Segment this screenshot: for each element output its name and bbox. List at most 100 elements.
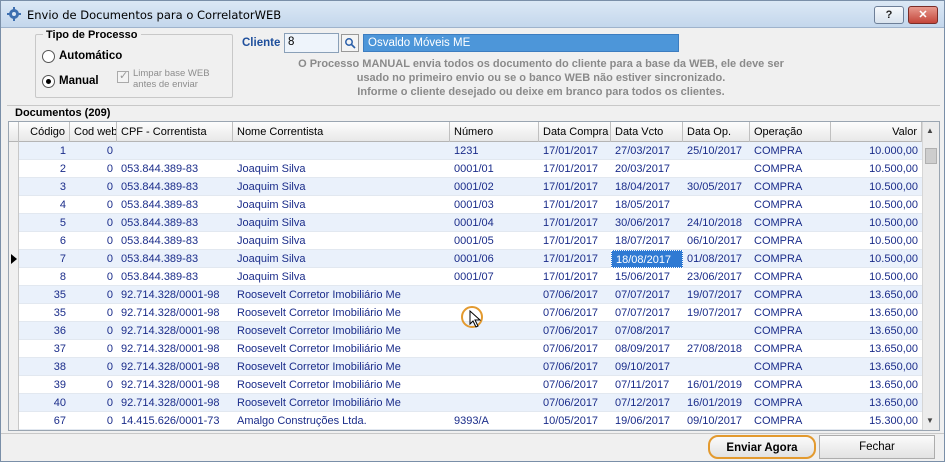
cell-cod-web[interactable]: 0 [70,358,117,376]
cell-nome[interactable]: Joaquim Silva [233,232,450,250]
cell-cod-web[interactable]: 0 [70,322,117,340]
column-header-data-vcto[interactable]: Data Vcto [611,122,683,142]
row-indicator[interactable] [9,394,19,412]
cell-nome[interactable]: Roosevelt Corretor Imobiliário Me [233,322,450,340]
cell-codigo[interactable]: 3 [19,178,70,196]
cell-cpf[interactable] [117,142,233,160]
cell-operacao[interactable]: COMPRA [750,358,831,376]
cell-cpf[interactable]: 92.714.328/0001-98 [117,340,233,358]
cell-cod-web[interactable]: 0 [70,268,117,286]
cell-nome[interactable]: Joaquim Silva [233,196,450,214]
cell-valor[interactable]: 13.650,00 [831,286,922,304]
radio-automatico[interactable] [42,50,55,63]
cell-nome[interactable]: Roosevelt Corretor Imobiliário Me [233,358,450,376]
table-row[interactable]: 3 0 053.844.389-83 Joaquim Silva 0001/02 17/0… [9,178,922,196]
cell-valor[interactable]: 13.650,00 [831,304,922,322]
cell-data-vcto[interactable]: 18/05/2017 [611,196,683,214]
cell-codigo[interactable]: 8 [19,268,70,286]
row-indicator[interactable] [9,142,19,160]
cell-data-compra[interactable]: 07/06/2017 [539,376,611,394]
cell-cod-web[interactable]: 0 [70,178,117,196]
cell-data-op[interactable]: 27/08/2018 [683,340,750,358]
cell-cod-web[interactable]: 0 [70,232,117,250]
cell-data-vcto[interactable]: 08/09/2017 [611,340,683,358]
cell-operacao[interactable]: COMPRA [750,196,831,214]
cell-data-op[interactable]: 01/08/2017 [683,250,750,268]
cell-data-op[interactable] [683,196,750,214]
cell-cod-web[interactable]: 0 [70,160,117,178]
cell-codigo[interactable]: 5 [19,214,70,232]
cell-data-op[interactable]: 16/01/2019 [683,376,750,394]
cell-data-op[interactable]: 24/10/2018 [683,214,750,232]
cell-codigo[interactable]: 67 [19,412,70,430]
row-indicator[interactable] [9,322,19,340]
cell-numero[interactable] [450,358,539,376]
cell-nome[interactable]: Joaquim Silva [233,214,450,232]
cell-operacao[interactable]: COMPRA [750,250,831,268]
column-header-codigo[interactable]: Código [19,122,70,142]
cell-cod-web[interactable]: 0 [70,304,117,322]
row-indicator[interactable] [9,376,19,394]
table-row[interactable]: 4 0 053.844.389-83 Joaquim Silva 0001/03 17/0… [9,196,922,214]
cell-data-op[interactable]: 23/06/2017 [683,268,750,286]
cell-nome[interactable]: Amalgo Construções Ltda. [233,412,450,430]
cell-numero[interactable] [450,286,539,304]
row-indicator[interactable] [9,232,19,250]
cell-cpf[interactable]: 92.714.328/0001-98 [117,286,233,304]
row-indicator[interactable] [9,196,19,214]
cell-codigo[interactable]: 7 [19,250,70,268]
cell-data-vcto[interactable]: 07/07/2017 [611,286,683,304]
cell-codigo[interactable]: 6 [19,232,70,250]
cell-nome[interactable]: Joaquim Silva [233,268,450,286]
cell-cod-web[interactable]: 0 [70,394,117,412]
cell-operacao[interactable]: COMPRA [750,394,831,412]
cell-data-compra[interactable]: 17/01/2017 [539,178,611,196]
cell-valor[interactable]: 10.500,00 [831,232,922,250]
cell-operacao[interactable]: COMPRA [750,232,831,250]
help-button[interactable]: ? [874,6,904,24]
cell-cod-web[interactable]: 0 [70,286,117,304]
cell-data-compra[interactable]: 17/01/2017 [539,142,611,160]
cell-numero[interactable]: 0001/07 [450,268,539,286]
cell-operacao[interactable]: COMPRA [750,214,831,232]
row-indicator[interactable] [9,304,19,322]
cell-cod-web[interactable]: 0 [70,250,117,268]
row-indicator[interactable] [9,340,19,358]
radio-manual[interactable] [42,75,55,88]
documents-grid[interactable]: Código Cod web CPF - Correntista Nome Corre… [8,121,940,431]
cell-cpf[interactable]: 053.844.389-83 [117,214,233,232]
cell-data-vcto[interactable]: 27/03/2017 [611,142,683,160]
cell-operacao[interactable]: COMPRA [750,412,831,430]
cell-valor[interactable]: 10.500,00 [831,250,922,268]
column-header-numero[interactable]: Número [450,122,539,142]
cell-cpf[interactable]: 053.844.389-83 [117,178,233,196]
row-indicator[interactable] [9,412,19,430]
cell-nome[interactable]: Joaquim Silva [233,178,450,196]
table-row[interactable]: 2 0 053.844.389-83 Joaquim Silva 0001/01 17/0… [9,160,922,178]
cell-data-compra[interactable]: 17/01/2017 [539,160,611,178]
cell-nome[interactable]: Joaquim Silva [233,250,450,268]
column-header-nome[interactable]: Nome Correntista [233,122,450,142]
cell-valor[interactable]: 13.650,00 [831,322,922,340]
cell-data-compra[interactable]: 07/06/2017 [539,358,611,376]
cell-cod-web[interactable]: 0 [70,340,117,358]
cell-data-op[interactable]: 19/07/2017 [683,286,750,304]
cell-data-op[interactable]: 19/07/2017 [683,304,750,322]
cell-numero[interactable]: 0001/02 [450,178,539,196]
cell-data-vcto[interactable]: 18/04/2017 [611,178,683,196]
cell-valor[interactable]: 13.650,00 [831,358,922,376]
cell-valor[interactable]: 10.500,00 [831,178,922,196]
cell-operacao[interactable]: COMPRA [750,376,831,394]
cell-nome[interactable]: Roosevelt Corretor Imobiliário Me [233,340,450,358]
cell-data-vcto[interactable]: 09/10/2017 [611,358,683,376]
cell-data-op[interactable] [683,322,750,340]
cell-data-vcto[interactable]: 07/08/2017 [611,322,683,340]
cell-cpf[interactable]: 053.844.389-83 [117,160,233,178]
close-window-button[interactable]: ✕ [908,6,938,24]
cell-nome[interactable]: Roosevelt Corretor Imobiliário Me [233,286,450,304]
cell-codigo[interactable]: 4 [19,196,70,214]
cell-operacao[interactable]: COMPRA [750,178,831,196]
cell-data-compra[interactable]: 17/01/2017 [539,196,611,214]
cell-data-op[interactable]: 06/10/2017 [683,232,750,250]
cell-numero[interactable] [450,376,539,394]
